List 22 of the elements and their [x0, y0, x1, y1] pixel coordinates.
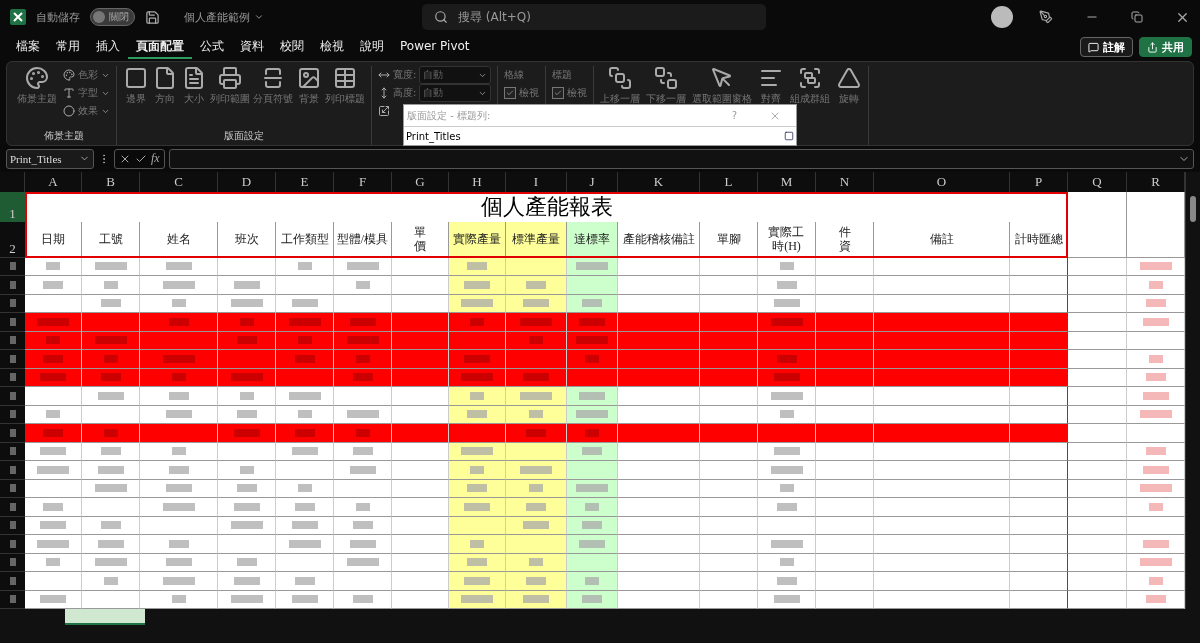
- header-cell: 達標率: [567, 221, 618, 258]
- header-cell: 工號: [82, 221, 140, 258]
- header-cell: 日期: [25, 221, 82, 258]
- header-cell: 標準產量: [506, 221, 567, 258]
- header-cell: 姓名: [140, 221, 218, 258]
- header-cell: 備註: [874, 221, 1010, 258]
- header-cell: 實際工時(H): [758, 221, 816, 258]
- group-label: 版面設定: [223, 128, 265, 143]
- option-label: 標題: [552, 68, 574, 83]
- header-cell: 工作類型: [276, 221, 334, 258]
- header-cell: 班次: [218, 221, 276, 258]
- header-cell: 型體/模具: [334, 221, 392, 258]
- dialog-title: 版面設定 - 標題列:: [407, 108, 491, 123]
- autosave-label: 自動儲存: [36, 9, 80, 25]
- header-cell: 產能稽核備註: [618, 221, 700, 258]
- option-label: 格線: [504, 68, 526, 83]
- header-cell: 實際產量: [449, 221, 506, 258]
- header-cell: 單腳: [700, 221, 758, 258]
- header-cell: 件資: [816, 221, 874, 258]
- header-cell: 計時匯總: [1010, 221, 1068, 258]
- group-label: 佈景主題: [42, 128, 85, 143]
- header-cell: 單價: [392, 221, 449, 258]
